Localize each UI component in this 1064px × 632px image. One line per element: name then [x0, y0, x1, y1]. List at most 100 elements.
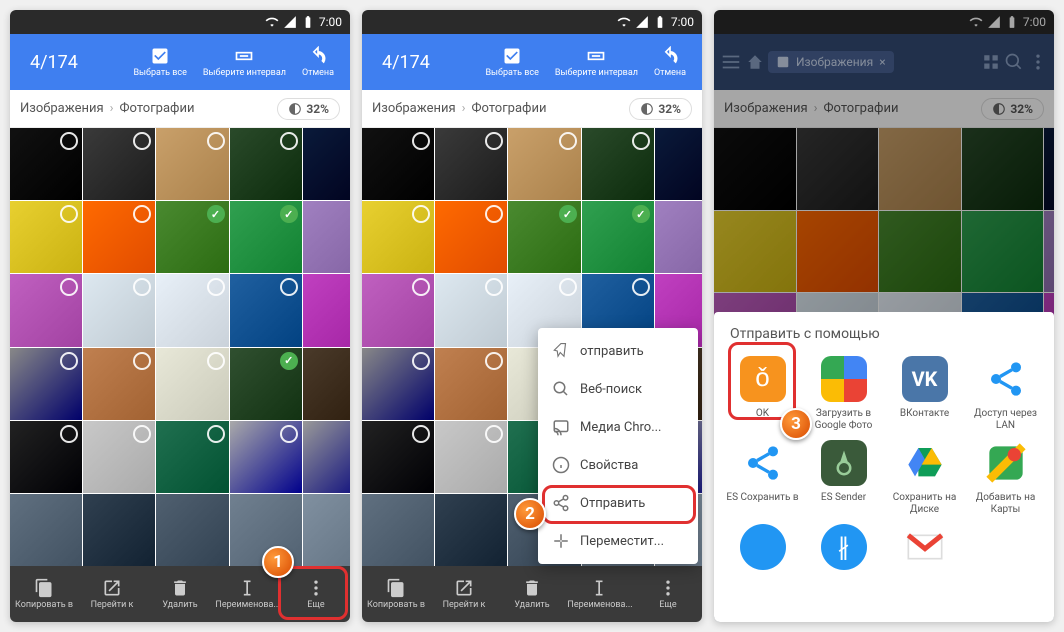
thumbnail[interactable]	[83, 421, 155, 493]
selection-check[interactable]	[559, 132, 577, 150]
popup-props[interactable]: Свойства	[538, 446, 698, 484]
selection-check[interactable]	[133, 425, 151, 443]
share-gmail[interactable]	[886, 524, 963, 576]
breadcrumb-item[interactable]: Изображения	[372, 101, 456, 116]
delete-button[interactable]: Удалить	[498, 566, 566, 622]
selection-check[interactable]	[207, 352, 225, 370]
storage-indicator[interactable]: 32%	[277, 98, 340, 120]
selection-check[interactable]	[280, 278, 298, 296]
thumbnail[interactable]	[303, 421, 350, 493]
more-button[interactable]: Еще	[634, 566, 702, 622]
thumbnail[interactable]	[156, 348, 228, 420]
selection-check[interactable]	[632, 205, 650, 223]
thumbnail[interactable]	[362, 128, 434, 200]
thumbnail[interactable]	[230, 421, 302, 493]
thumbnail[interactable]	[362, 348, 434, 420]
delete-button[interactable]: Удалить	[146, 566, 214, 622]
selection-check[interactable]	[60, 352, 78, 370]
selection-check[interactable]	[485, 352, 503, 370]
share-vk[interactable]: VKВКонтакте	[886, 356, 963, 432]
selection-check[interactable]	[632, 132, 650, 150]
copy-button[interactable]: Копировать в	[10, 566, 78, 622]
thumbnail[interactable]	[10, 494, 82, 566]
thumbnail[interactable]	[582, 128, 654, 200]
selection-check[interactable]	[207, 425, 225, 443]
thumbnail[interactable]	[156, 128, 228, 200]
selection-check[interactable]	[412, 425, 430, 443]
copy-button[interactable]: Копировать в	[362, 566, 430, 622]
thumbnail[interactable]	[156, 201, 228, 273]
selection-check[interactable]	[60, 425, 78, 443]
thumbnail[interactable]	[362, 494, 434, 566]
thumbnail[interactable]	[655, 128, 702, 200]
thumbnail[interactable]	[10, 274, 82, 346]
thumbnail[interactable]	[230, 201, 302, 273]
thumbnail[interactable]	[156, 274, 228, 346]
thumbnail[interactable]	[655, 201, 702, 273]
rename-button[interactable]: Переименова...	[566, 566, 634, 622]
selection-check[interactable]	[632, 278, 650, 296]
thumbnail[interactable]	[303, 494, 350, 566]
select-all-button[interactable]: Выбрать все	[125, 34, 194, 90]
goto-button[interactable]: Перейти к	[430, 566, 498, 622]
thumbnail[interactable]	[362, 201, 434, 273]
thumbnail[interactable]	[230, 274, 302, 346]
selection-check[interactable]	[412, 352, 430, 370]
thumbnail[interactable]	[582, 201, 654, 273]
selection-check[interactable]	[207, 205, 225, 223]
thumbnail[interactable]	[435, 128, 507, 200]
thumbnail[interactable]	[303, 274, 350, 346]
share-essender[interactable]: ES Sender	[805, 440, 882, 516]
thumbnail[interactable]	[435, 348, 507, 420]
share-essave[interactable]: ES Сохранить в	[724, 440, 801, 516]
selection-check[interactable]	[133, 352, 151, 370]
thumbnail[interactable]	[83, 201, 155, 273]
selection-check[interactable]	[280, 132, 298, 150]
thumbnail[interactable]	[362, 421, 434, 493]
popup-websearch[interactable]: Веб-поиск	[538, 370, 698, 408]
thumbnail[interactable]	[10, 201, 82, 273]
more-button[interactable]: Еще	[282, 566, 350, 622]
selection-check[interactable]	[207, 278, 225, 296]
share-bluetooth[interactable]: ∦	[805, 524, 882, 576]
share-lan[interactable]: Доступ через LAN	[967, 356, 1044, 432]
breadcrumb-item[interactable]: Изображения	[20, 101, 104, 116]
thumbnail[interactable]	[435, 274, 507, 346]
selection-check[interactable]	[559, 205, 577, 223]
select-interval-button[interactable]: Выберите интервал	[195, 34, 294, 90]
popup-cast[interactable]: Медиа Chro...	[538, 408, 698, 446]
thumbnail[interactable]	[435, 494, 507, 566]
selection-check[interactable]	[207, 132, 225, 150]
storage-indicator[interactable]: 32%	[629, 98, 692, 120]
share-more-1[interactable]	[724, 524, 801, 576]
thumbnail[interactable]	[10, 128, 82, 200]
selection-check[interactable]	[559, 278, 577, 296]
select-interval-button[interactable]: Выберите интервал	[547, 34, 646, 90]
thumbnail[interactable]	[435, 201, 507, 273]
thumbnail[interactable]	[303, 348, 350, 420]
thumbnail[interactable]	[508, 201, 580, 273]
thumbnail[interactable]	[435, 421, 507, 493]
thumbnail[interactable]	[362, 274, 434, 346]
thumbnail[interactable]	[83, 348, 155, 420]
thumbnail[interactable]	[10, 421, 82, 493]
popup-send[interactable]: отправить	[538, 332, 698, 370]
cancel-button[interactable]: Отмена	[646, 34, 694, 90]
thumbnail[interactable]	[303, 201, 350, 273]
thumbnail[interactable]	[83, 128, 155, 200]
popup-move[interactable]: Переместит...	[538, 522, 698, 560]
popup-share[interactable]: Отправить	[538, 484, 698, 522]
share-gmaps[interactable]: Добавить на Карты	[967, 440, 1044, 516]
thumbnail[interactable]	[508, 128, 580, 200]
thumbnail[interactable]	[83, 494, 155, 566]
thumbnail[interactable]	[230, 348, 302, 420]
selection-check[interactable]	[280, 205, 298, 223]
thumbnail[interactable]	[156, 421, 228, 493]
breadcrumb-item[interactable]: Фотографии	[472, 101, 547, 116]
selection-check[interactable]	[485, 425, 503, 443]
selection-check[interactable]	[280, 352, 298, 370]
share-gphotos[interactable]: Загрузить в Google Фото	[805, 356, 882, 432]
share-gdrive[interactable]: Сохранить на Диске	[886, 440, 963, 516]
thumbnail[interactable]	[156, 494, 228, 566]
thumbnail[interactable]	[303, 128, 350, 200]
